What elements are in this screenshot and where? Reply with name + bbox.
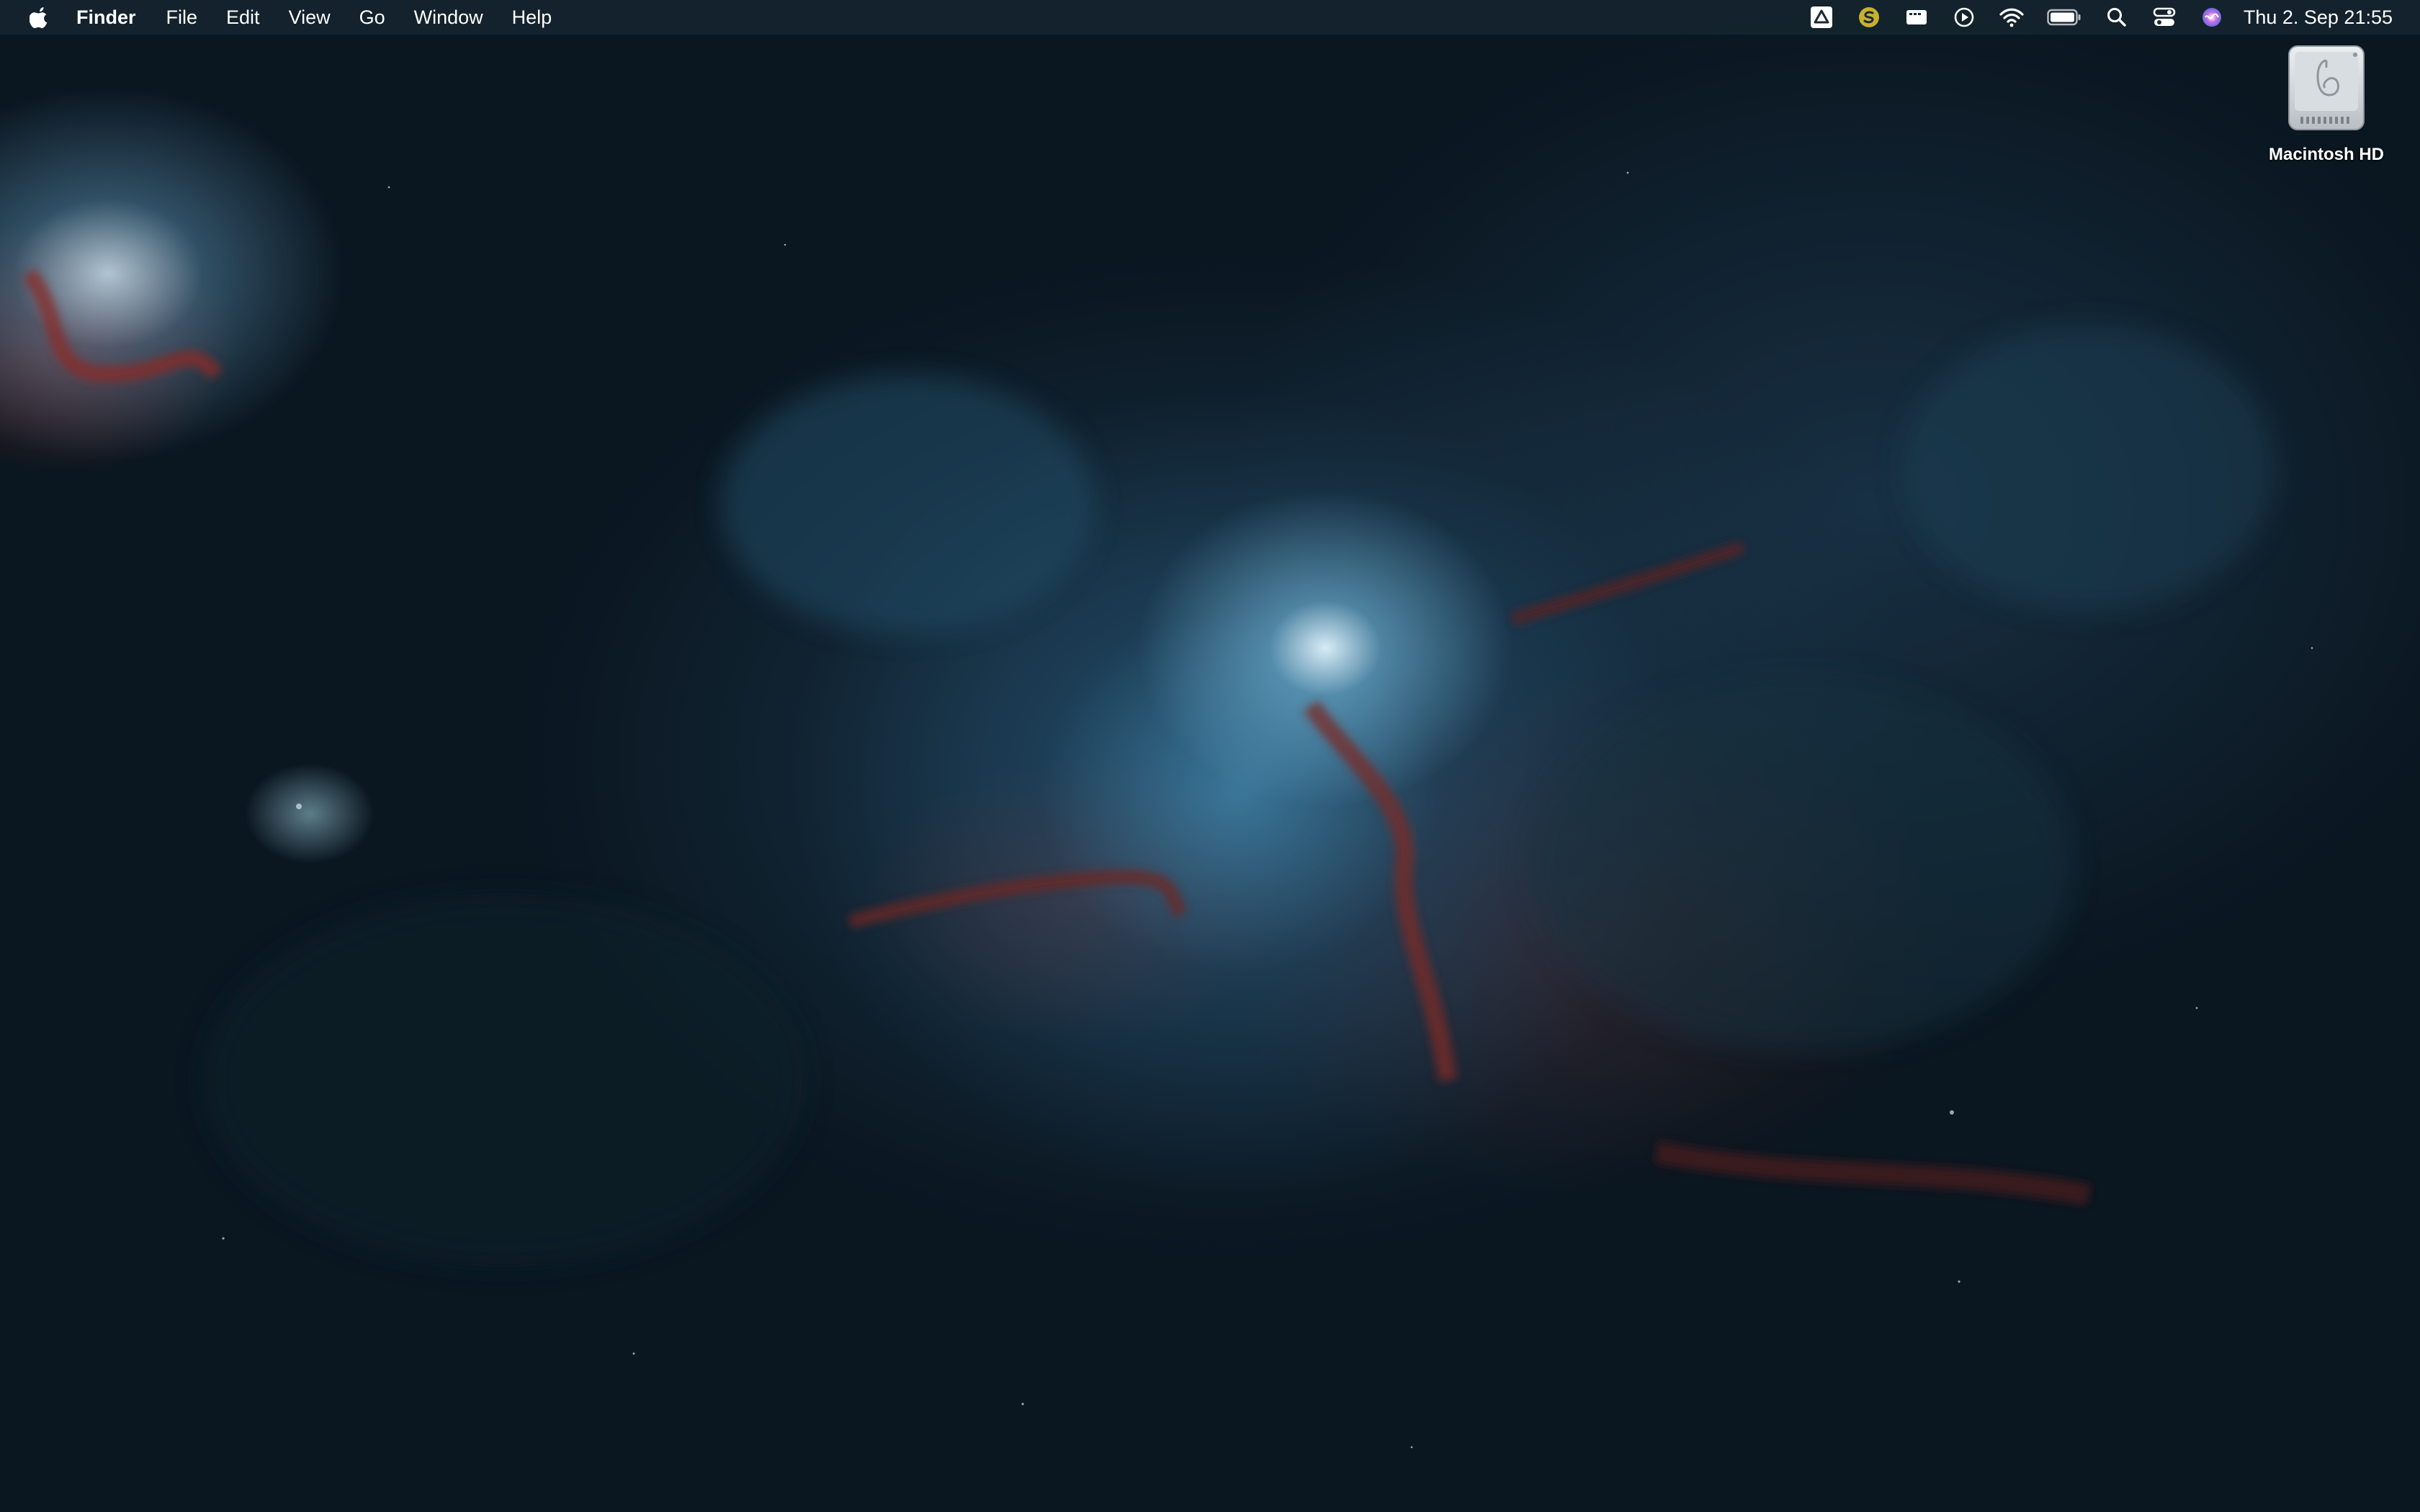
menu-bar-status-area: Thu 2. Sep 21:55	[1787, 0, 2393, 35]
menu-window[interactable]: Window	[414, 6, 483, 29]
nebula-wallpaper-overlay	[22, 171, 2313, 1449]
apple-logo-icon[interactable]	[29, 5, 50, 30]
siri-icon[interactable]	[2199, 4, 2225, 30]
battery-icon[interactable]	[2046, 4, 2082, 30]
hard-drive-icon	[2285, 45, 2368, 138]
menu-file[interactable]: File	[166, 6, 198, 29]
menu-bar: Finder File Edit View Go Window Help Thu…	[0, 0, 2420, 35]
menu-edit[interactable]: Edit	[226, 6, 260, 29]
desktop-wallpaper: Finder File Edit View Go Window Help Thu…	[0, 0, 2420, 1512]
sync-app-icon[interactable]	[1856, 4, 1882, 30]
menu-view[interactable]: View	[289, 6, 331, 29]
play-circle-icon[interactable]	[1951, 4, 1977, 30]
desktop-item-macintosh-hd[interactable]: Macintosh HD	[2254, 45, 2398, 165]
spotlight-search-icon[interactable]	[2104, 4, 2130, 30]
wifi-icon[interactable]	[1999, 4, 2025, 30]
control-center-icon[interactable]	[2151, 4, 2177, 30]
menu-help[interactable]: Help	[512, 6, 552, 29]
display-icon[interactable]	[1904, 4, 1930, 30]
menu-bar-left: Finder File Edit View Go Window Help	[0, 0, 581, 35]
menu-go[interactable]: Go	[359, 6, 385, 29]
menu-bar-clock[interactable]: Thu 2. Sep 21:55	[2244, 6, 2393, 29]
menu-app-name[interactable]: Finder	[76, 6, 136, 29]
desktop-item-label: Macintosh HD	[2268, 145, 2384, 164]
google-drive-icon[interactable]	[1809, 4, 1834, 30]
